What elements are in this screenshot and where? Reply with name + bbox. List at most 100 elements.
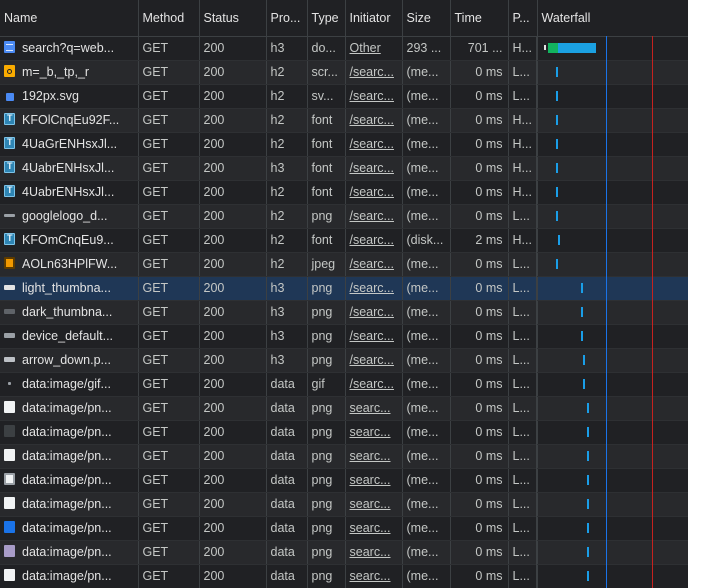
initiator-cell[interactable]: searc...	[345, 540, 403, 565]
initiator-cell[interactable]: /searc...	[345, 300, 403, 325]
name-cell[interactable]: device_default...	[0, 324, 139, 349]
table-row[interactable]: AOLn63HPlFW... GET 200 h2 jpeg/searc... (me..…	[0, 252, 688, 277]
column-header-name[interactable]: Name	[0, 0, 139, 37]
initiator-cell[interactable]: /searc...	[345, 204, 403, 229]
waterfall-cell	[537, 156, 688, 181]
initiator-cell[interactable]: searc...	[345, 420, 403, 445]
initiator-cell[interactable]: searc...	[345, 492, 403, 517]
initiator-cell[interactable]: Other	[345, 36, 403, 61]
table-row[interactable]: dark_thumbna... GET 200 h3 png/searc... (me..…	[0, 300, 688, 325]
table-row[interactable]: search?q=web... GET 200 h3 do... Other 293 ...…	[0, 36, 688, 61]
time-cell: 0 ms	[450, 540, 509, 565]
font-icon	[4, 161, 15, 173]
name-cell[interactable]: data:image/pn...	[0, 396, 139, 421]
column-header-initiator[interactable]: Initiator	[345, 0, 403, 37]
name-cell[interactable]: data:image/pn...	[0, 444, 139, 469]
table-row[interactable]: googlelogo_d... GET 200 h2 png/searc... (me..…	[0, 204, 688, 229]
column-header-status[interactable]: Status	[199, 0, 267, 37]
table-row[interactable]: data:image/pn... GET 200 data png searc... (me…	[0, 468, 688, 493]
table-row[interactable]: data:image/pn... GET 200 data png searc... (me…	[0, 444, 688, 469]
name-cell[interactable]: 4UaGrENHsxJl...	[0, 132, 139, 157]
initiator-cell[interactable]: /searc...	[345, 252, 403, 277]
protocol-cell: data	[266, 468, 308, 493]
table-row[interactable]: 4UaGrENHsxJl... GET200h2font/searc...(me.…	[0, 132, 688, 157]
name-cell[interactable]: data:image/pn...	[0, 420, 139, 445]
table-row[interactable]: data:image/pn... GET 200 data png searc... (me…	[0, 540, 688, 565]
size-cell: (me...	[402, 108, 451, 133]
priority-cell: L...	[508, 372, 538, 397]
table-row[interactable]: 192px.svg GET 200 h2 sv.../searc... (me... 0 m…	[0, 84, 688, 109]
initiator-cell[interactable]: /searc...	[345, 180, 403, 205]
table-row[interactable]: arrow_down.p... GET 200 h3 png/searc... (me..…	[0, 348, 688, 373]
initiator-cell[interactable]: searc...	[345, 396, 403, 421]
initiator-cell[interactable]: /searc...	[345, 276, 403, 301]
name-cell[interactable]: 4UabrENHsxJl...	[0, 180, 139, 205]
name-cell[interactable]: dark_thumbna...	[0, 300, 139, 325]
column-header-waterfall[interactable]: Waterfall	[537, 0, 688, 37]
priority-cell: L...	[508, 492, 538, 517]
initiator-cell[interactable]: searc...	[345, 444, 403, 469]
initiator-cell[interactable]: searc...	[345, 468, 403, 493]
column-header-protocol[interactable]: Pro...	[266, 0, 308, 37]
table-row[interactable]: 4UabrENHsxJl... GET200h3font/searc...(me.…	[0, 156, 688, 181]
table-row[interactable]: data:image/gif... GET 200 data gif/searc...(…	[0, 372, 688, 397]
name-cell[interactable]: data:image/pn...	[0, 516, 139, 541]
table-row[interactable]: KFOmCnqEu9... GET200h2font/searc...(disk.…	[0, 228, 688, 253]
blue-image-icon	[4, 521, 15, 533]
name-cell[interactable]: data:image/pn...	[0, 564, 139, 588]
table-row[interactable]: m=_b,_tp,_r GET 200 h2 scr.../searc... (me...…	[0, 60, 688, 85]
column-header-time[interactable]: Time	[450, 0, 509, 37]
table-row[interactable]: data:image/pn... GET 200 data png searc... (me…	[0, 564, 688, 588]
initiator-cell[interactable]: /searc...	[345, 108, 403, 133]
name-cell[interactable]: data:image/pn...	[0, 468, 139, 493]
column-header-size[interactable]: Size	[402, 0, 451, 37]
size-cell: (me...	[402, 396, 451, 421]
waterfall-cell	[537, 204, 688, 229]
initiator-cell[interactable]: /searc...	[345, 132, 403, 157]
name-cell[interactable]: googlelogo_d...	[0, 204, 139, 229]
method-cell: GET	[138, 84, 200, 109]
table-row[interactable]: device_default... GET 200 h3 png/searc... (me…	[0, 324, 688, 349]
name-cell[interactable]: KFOlCnqEu92F...	[0, 108, 139, 133]
table-row[interactable]: data:image/pn... GET 200 data png searc... (me…	[0, 492, 688, 517]
priority-cell: H...	[508, 228, 538, 253]
name-cell[interactable]: data:image/pn...	[0, 540, 139, 565]
name-cell[interactable]: search?q=web...	[0, 36, 139, 61]
request-name: data:image/pn...	[22, 521, 112, 535]
font-icon	[4, 233, 15, 245]
table-header-row: Name Method Status Pro... Type Initiator…	[0, 0, 688, 37]
initiator-cell[interactable]: /searc...	[345, 156, 403, 181]
protocol-cell: data	[266, 564, 308, 588]
initiator-cell[interactable]: /searc...	[345, 84, 403, 109]
initiator-cell[interactable]: /searc...	[345, 372, 403, 397]
initiator-cell[interactable]: /searc...	[345, 324, 403, 349]
column-header-method[interactable]: Method	[138, 0, 200, 37]
method-cell: GET	[138, 300, 200, 325]
name-cell[interactable]: 4UabrENHsxJl...	[0, 156, 139, 181]
scrollbar[interactable]	[688, 0, 701, 588]
initiator-cell[interactable]: /searc...	[345, 348, 403, 373]
table-row[interactable]: data:image/pn... GET 200 data png searc... (me…	[0, 516, 688, 541]
name-cell[interactable]: AOLn63HPlFW...	[0, 252, 139, 277]
column-header-type[interactable]: Type	[307, 0, 346, 37]
initiator-cell[interactable]: /searc...	[345, 60, 403, 85]
name-cell[interactable]: 192px.svg	[0, 84, 139, 109]
name-cell[interactable]: data:image/pn...	[0, 492, 139, 517]
name-cell[interactable]: m=_b,_tp,_r	[0, 60, 139, 85]
name-cell[interactable]: light_thumbna...	[0, 276, 139, 301]
table-row[interactable]: KFOlCnqEu92F... GET200h2font/searc...(me.…	[0, 108, 688, 133]
size-cell: (me...	[402, 204, 451, 229]
table-row[interactable]: light_thumbna... GET 200 h3 png/searc... (me.…	[0, 276, 688, 301]
column-header-priority[interactable]: P...	[508, 0, 538, 37]
table-row[interactable]: data:image/pn... GET 200 data png searc... (me…	[0, 420, 688, 445]
name-cell[interactable]: KFOmCnqEu9...	[0, 228, 139, 253]
network-panel: Name Method Status Pro... Type Initiator…	[0, 0, 688, 588]
table-row[interactable]: 4UabrENHsxJl... GET200h2font/searc...(me.…	[0, 180, 688, 205]
name-cell[interactable]: data:image/gif...	[0, 372, 139, 397]
initiator-cell[interactable]: /searc...	[345, 228, 403, 253]
initiator-cell[interactable]: searc...	[345, 516, 403, 541]
name-cell[interactable]: arrow_down.p...	[0, 348, 139, 373]
initiator-cell[interactable]: searc...	[345, 564, 403, 588]
size-cell: 293 ...	[402, 36, 451, 61]
table-row[interactable]: data:image/pn... GET 200 data png searc... (me…	[0, 396, 688, 421]
